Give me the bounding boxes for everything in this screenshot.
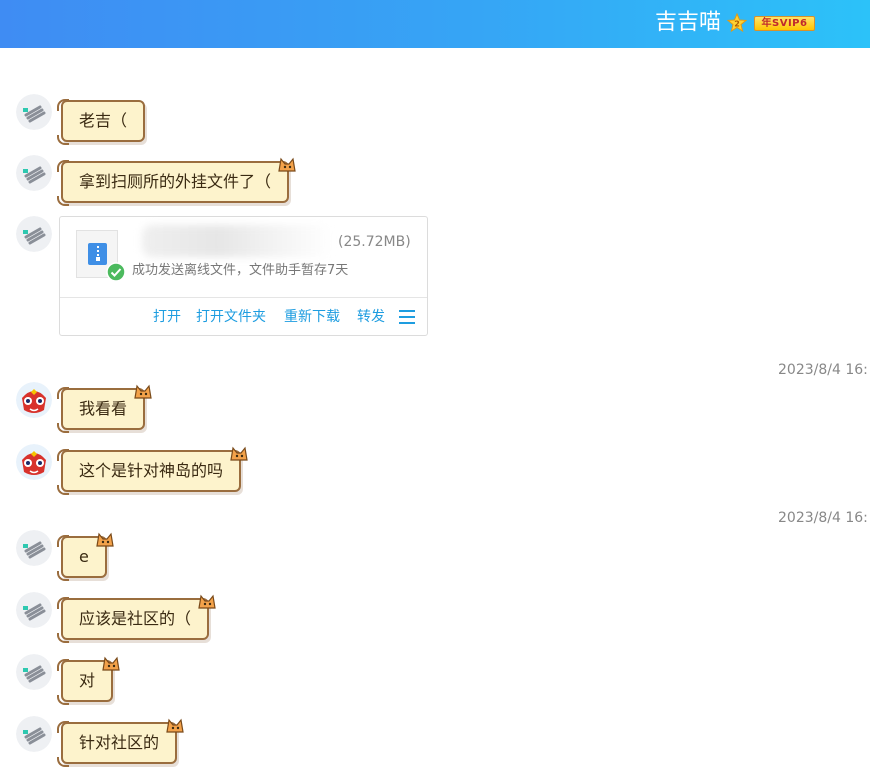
bubble-curl	[57, 449, 69, 461]
bubble-curl	[57, 160, 69, 172]
bubble-curl	[57, 633, 69, 643]
avatar-other[interactable]	[16, 654, 52, 690]
avatar-self[interactable]	[16, 382, 52, 418]
avatar-other[interactable]	[16, 716, 52, 752]
bubble-curl	[57, 721, 69, 733]
file-size: (25.72MB)	[338, 234, 411, 250]
avatar-other[interactable]	[16, 216, 52, 252]
message-text: 老吉（	[79, 111, 128, 130]
message-bubble[interactable]: 对	[57, 656, 120, 705]
message-text: e	[79, 547, 89, 566]
message-bubble[interactable]: 拿到扫厕所的外挂文件了（	[57, 157, 296, 206]
bubble-curl	[57, 757, 69, 767]
forward-link[interactable]: 转发	[357, 308, 385, 326]
message-timestamp: 2023/8/4 16:	[778, 362, 868, 378]
message-text: 我看看	[79, 399, 128, 418]
avatar-other[interactable]	[16, 592, 52, 628]
message-bubble[interactable]: e	[57, 532, 114, 581]
bubble-curl	[57, 571, 69, 581]
file-action-bar: 打开 打开文件夹 重新下载 转发	[60, 297, 427, 337]
message-bubble[interactable]: 我看看	[57, 384, 152, 433]
vip-badge[interactable]: 年SVIP6	[754, 16, 815, 31]
bubble-curl	[57, 99, 69, 111]
star-icon: 2	[727, 13, 747, 33]
bubble-curl	[57, 135, 69, 145]
file-message-card[interactable]: (25.72MB) 成功发送离线文件，文件助手暂存7天 打开 打开文件夹 重新下…	[59, 216, 428, 336]
chat-header: 吉吉喵 2 年SVIP6	[0, 0, 870, 48]
bubble-curl	[57, 485, 69, 495]
file-status: 成功发送离线文件，文件助手暂存7天	[132, 263, 349, 278]
menu-icon[interactable]	[399, 310, 415, 324]
message-bubble[interactable]: 这个是针对神岛的吗	[57, 446, 248, 495]
cat-decoration-icon	[198, 594, 216, 609]
bubble-curl	[57, 535, 69, 547]
message-text: 拿到扫厕所的外挂文件了（	[79, 172, 272, 191]
cat-decoration-icon	[230, 446, 248, 461]
message-text: 针对社区的	[79, 733, 160, 752]
cat-decoration-icon	[278, 157, 296, 172]
chat-area[interactable]: 老吉（ 拿到扫厕所的外挂文件了（ (25.72MB) 成功发送离线文件，文件助手…	[0, 48, 870, 780]
redownload-link[interactable]: 重新下载	[284, 308, 340, 326]
avatar-other[interactable]	[16, 94, 52, 130]
message-text: 这个是针对神岛的吗	[79, 461, 224, 480]
message-bubble[interactable]: 针对社区的	[57, 718, 184, 767]
contact-name[interactable]: 吉吉喵	[655, 9, 721, 37]
message-bubble[interactable]: 老吉（	[57, 99, 146, 145]
open-folder-link[interactable]: 打开文件夹	[196, 308, 266, 326]
cat-decoration-icon	[134, 384, 152, 399]
star-level: 2	[734, 20, 740, 29]
bubble-curl	[57, 196, 69, 206]
bubble-curl	[57, 695, 69, 705]
bubble-curl	[57, 659, 69, 671]
file-name-redacted	[142, 225, 332, 257]
avatar-other[interactable]	[16, 530, 52, 566]
message-text: 应该是社区的（	[79, 609, 192, 628]
message-text: 对	[79, 671, 96, 690]
avatar-other[interactable]	[16, 155, 52, 191]
open-file-link[interactable]: 打开	[153, 308, 181, 326]
bubble-curl	[57, 597, 69, 609]
cat-decoration-icon	[166, 718, 184, 733]
success-check-icon	[106, 262, 126, 282]
message-bubble[interactable]: 应该是社区的（	[57, 594, 216, 643]
cat-decoration-icon	[96, 532, 114, 547]
message-timestamp: 2023/8/4 16:	[778, 510, 868, 526]
avatar-self[interactable]	[16, 444, 52, 480]
cat-decoration-icon	[102, 656, 120, 671]
bubble-curl	[57, 387, 69, 399]
bubble-curl	[57, 423, 69, 433]
